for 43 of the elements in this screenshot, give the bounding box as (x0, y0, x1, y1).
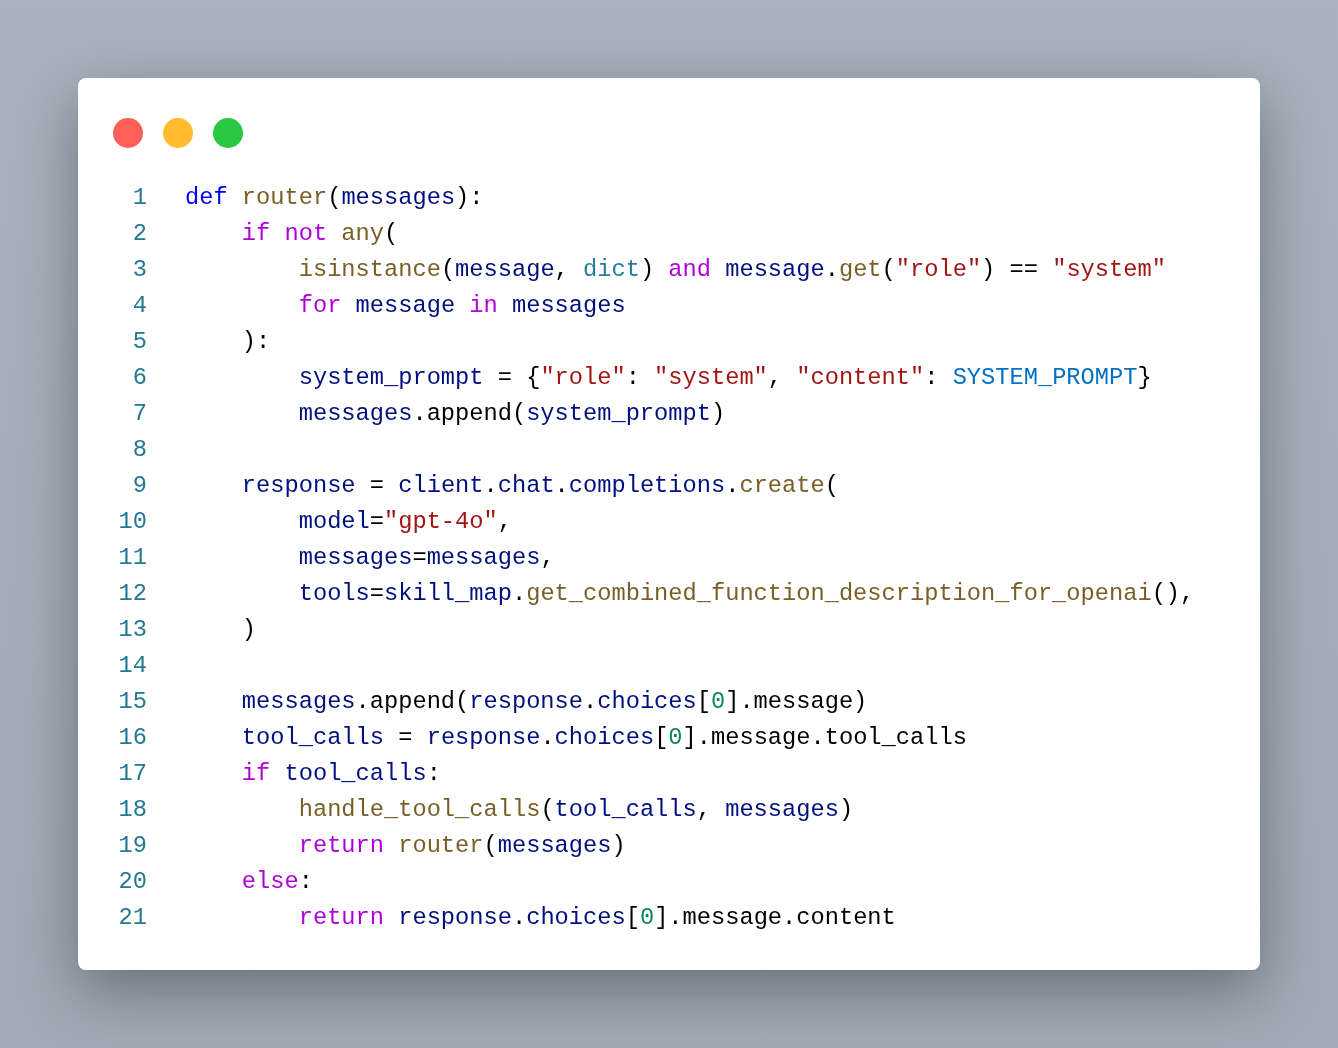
line-number: 12 (117, 579, 147, 609)
line-number: 10 (117, 507, 147, 537)
code-line: else: (240, 867, 314, 897)
line-number: 17 (117, 759, 147, 789)
code-line: def router(messages): (185, 183, 485, 213)
line-number: 2 (131, 219, 147, 249)
code-line: ) (240, 615, 258, 645)
code-line: tools=skill_map.get_combined_function_description_for_openai(), (297, 579, 1196, 609)
code-line: ): (240, 327, 272, 357)
line-number: 9 (131, 471, 147, 501)
line-number: 4 (131, 291, 147, 321)
code-line: messages.append(system_prompt) (297, 399, 727, 429)
code-line: isinstance(message, dict) and message.get("role") == "system" (297, 255, 1167, 285)
code-line: for message in messages (297, 291, 627, 321)
line-number: 14 (117, 651, 147, 681)
line-number: 20 (117, 867, 147, 897)
line-number: 16 (117, 723, 147, 753)
code-line: response = client.chat.completions.create( (240, 471, 840, 501)
line-number: 13 (117, 615, 147, 645)
line-number: 1 (131, 183, 147, 213)
line-number: 5 (131, 327, 147, 357)
close-button[interactable] (113, 118, 143, 148)
code-line: tool_calls = response.choices[0].message.tool_calls (240, 723, 968, 753)
line-number: 3 (131, 255, 147, 285)
line-number: 15 (117, 687, 147, 717)
code-line: if not any( (240, 219, 400, 249)
line-number: 19 (117, 831, 147, 861)
line-number: 7 (131, 399, 147, 429)
line-number: 21 (117, 903, 147, 933)
line-number: 18 (117, 795, 147, 825)
code-line: handle_tool_calls(tool_calls, messages) (297, 795, 855, 825)
minimize-button[interactable] (163, 118, 193, 148)
code-line: return router(messages) (297, 831, 627, 861)
code-line: messages.append(response.choices[0].message) (240, 687, 869, 717)
maximize-button[interactable] (213, 118, 243, 148)
code-line: model="gpt-4o", (297, 507, 513, 537)
code-line: messages=messages, (297, 543, 556, 573)
code-line: return response.choices[0].message.content (297, 903, 897, 933)
code-line: if tool_calls: (240, 759, 442, 789)
line-number: 11 (117, 543, 147, 573)
line-number: 6 (131, 363, 147, 393)
code-line: system_prompt = {"role": "system", "content": SYSTEM_PROMPT} (297, 363, 1153, 393)
line-number: 8 (131, 435, 147, 465)
